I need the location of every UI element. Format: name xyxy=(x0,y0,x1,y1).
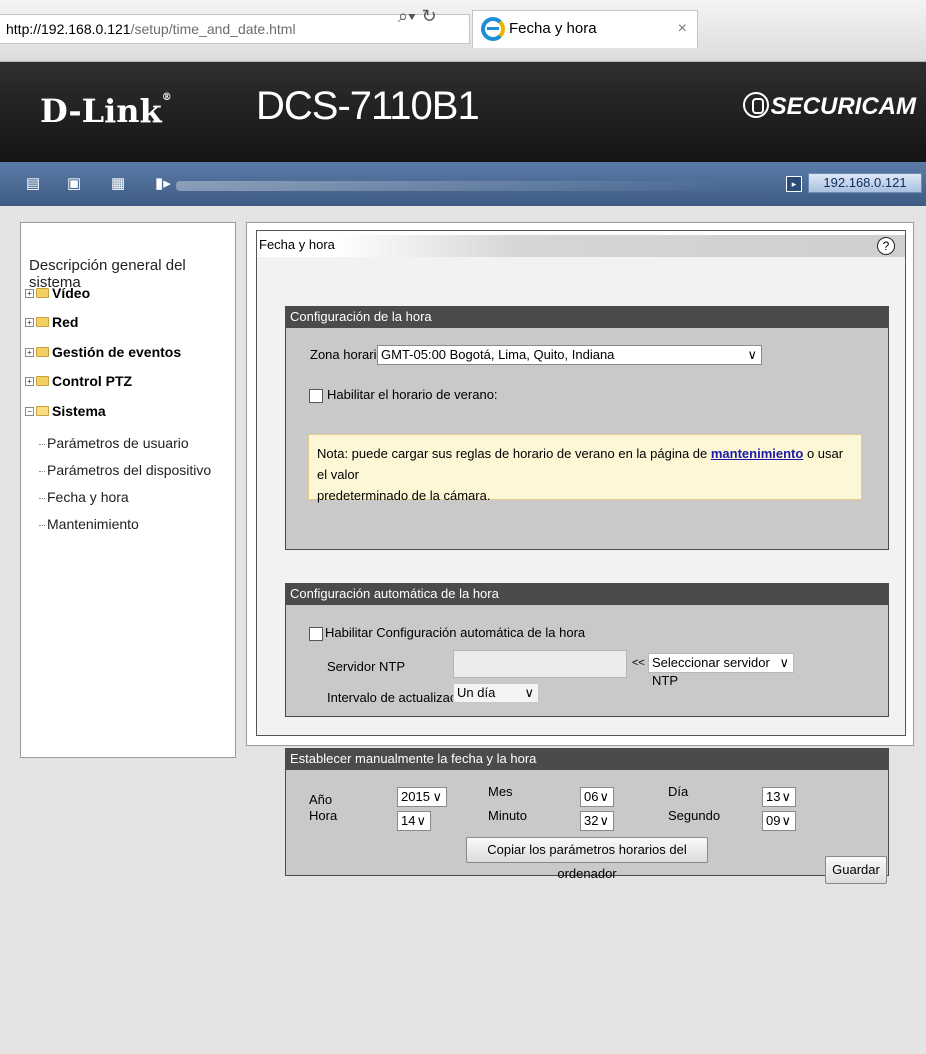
interval-label: Intervalo de actualización xyxy=(327,690,474,705)
open-folder-icon xyxy=(36,406,49,416)
minute-label: Minuto xyxy=(488,808,528,823)
day-select[interactable]: 13 ∨ xyxy=(762,787,796,807)
status-icon[interactable]: ▦ xyxy=(111,174,129,194)
timezone-label: Zona horaria: xyxy=(310,347,388,362)
tree-item-red[interactable]: + Red xyxy=(25,314,78,330)
section-heading: Configuración de la hora xyxy=(286,307,888,328)
hour-label: Hora xyxy=(309,808,338,823)
ntp-server-select[interactable]: Seleccionar servidor NTP ∨ xyxy=(648,653,794,688)
folder-icon xyxy=(36,347,49,357)
interval-value: Un día xyxy=(457,685,496,700)
interval-select[interactable]: Un día ∨ xyxy=(453,683,539,703)
logout-icon[interactable]: ▮▸ xyxy=(155,174,173,194)
tree-item-fecha-hora[interactable]: Fecha y hora xyxy=(39,489,129,505)
day-label: Día xyxy=(668,784,689,799)
chevron-down-icon: ∨ xyxy=(781,789,791,804)
timezone-value: GMT-05:00 Bogotá, Lima, Quito, Indiana xyxy=(381,347,615,362)
time-config-section: Configuración de la hora xyxy=(285,306,889,550)
expand-icon: + xyxy=(25,317,34,327)
tree-item-dispositivo[interactable]: Parámetros del dispositivo xyxy=(39,462,211,478)
chevron-down-icon: ∨ xyxy=(524,685,534,700)
save-button[interactable]: Guardar xyxy=(825,856,887,884)
tree-item-video[interactable]: + Vídeo xyxy=(25,285,90,301)
toolbar: ▤ ▣ ▦ ▮▸ ▸ 192.168.0.121 xyxy=(0,162,926,206)
chevron-down-icon: ∨ xyxy=(599,813,609,828)
url-controls: ⌕▾ ↻ xyxy=(398,6,443,27)
dlink-logo: D-Link® xyxy=(40,92,172,130)
ie-icon xyxy=(481,17,505,41)
section-heading: Establecer manualmente la fecha y la hor… xyxy=(286,749,888,770)
copy-pc-time-button[interactable]: Copiar los parámetros horarios del orden… xyxy=(466,837,708,881)
model-name: DCS-7110B1 xyxy=(256,84,480,128)
tree-item-eventos[interactable]: + Gestión de eventos xyxy=(25,344,181,360)
collapse-icon: − xyxy=(25,406,34,416)
browser-bar: http://192.168.0.121/setup/time_and_date… xyxy=(0,0,926,62)
browser-tab[interactable]: Fecha y hora × xyxy=(472,10,698,48)
tab-close-icon[interactable]: × xyxy=(678,11,687,47)
second-select[interactable]: 09 ∨ xyxy=(762,811,796,831)
section-heading: Configuración automática de la hora xyxy=(286,584,888,605)
auto-time-label: Habilitar Configuración automática de la… xyxy=(325,625,586,640)
page-title: Fecha y hora xyxy=(259,237,335,252)
tree-item-ptz[interactable]: + Control PTZ xyxy=(25,373,132,389)
url-path: /setup/time_and_date.html xyxy=(130,21,296,37)
terminal-icon: ▸ xyxy=(786,176,802,192)
sidebar: Descripción general del sistema + Vídeo +… xyxy=(20,222,236,758)
ntp-arrows: << xyxy=(632,657,645,669)
securicam-badge-icon xyxy=(742,92,769,118)
folder-icon xyxy=(36,288,49,298)
tab-title: Fecha y hora xyxy=(509,20,597,37)
ntp-server-input[interactable] xyxy=(453,650,627,678)
live-video-icon[interactable]: ▤ xyxy=(26,174,44,194)
month-select[interactable]: 06 ∨ xyxy=(580,787,614,807)
camera-header: D-Link® DCS-7110B1 SECURICAM xyxy=(0,62,926,162)
second-label: Segundo xyxy=(668,808,721,823)
search-icon[interactable]: ⌕▾ xyxy=(398,6,416,26)
expand-icon: + xyxy=(25,347,34,357)
dst-label: Habilitar el horario de verano: xyxy=(327,387,498,402)
securicam-logo: SECURICAM xyxy=(742,92,916,121)
tree-item-sistema[interactable]: − Sistema xyxy=(25,403,106,419)
folder-icon xyxy=(36,376,49,386)
chevron-down-icon: ∨ xyxy=(599,789,609,804)
url-host: http://192.168.0.121 xyxy=(6,21,131,37)
hour-select[interactable]: 14 ∨ xyxy=(397,811,431,831)
timezone-select[interactable]: GMT-05:00 Bogotá, Lima, Quito, Indiana ∨ xyxy=(377,345,762,365)
chevron-down-icon: ∨ xyxy=(416,813,426,828)
setup-icon[interactable]: ▣ xyxy=(67,174,85,194)
help-icon[interactable]: ? xyxy=(877,237,895,255)
title-bar: Fecha y hora ? xyxy=(257,235,905,257)
tree-item-usuario[interactable]: Parámetros de usuario xyxy=(39,435,189,451)
expand-icon: + xyxy=(25,288,34,298)
folder-icon xyxy=(36,317,49,327)
chevron-down-icon: ∨ xyxy=(747,347,757,362)
year-label: Año xyxy=(309,792,333,807)
chevron-down-icon: ∨ xyxy=(779,655,789,670)
year-select[interactable]: 2015 ∨ xyxy=(397,787,447,807)
ip-address: 192.168.0.121 xyxy=(808,173,922,193)
ntp-label: Servidor NTP xyxy=(327,659,406,674)
auto-time-checkbox[interactable] xyxy=(309,627,323,641)
maintenance-link[interactable]: mantenimiento xyxy=(711,446,803,461)
tree-item-mantenimiento[interactable]: Mantenimiento xyxy=(39,516,139,532)
month-label: Mes xyxy=(488,784,513,799)
chevron-down-icon: ∨ xyxy=(781,813,791,828)
minute-select[interactable]: 32 ∨ xyxy=(580,811,614,831)
dst-note: Nota: puede cargar sus reglas de horario… xyxy=(308,434,862,503)
toolbar-rail xyxy=(176,181,736,191)
chevron-down-icon: ∨ xyxy=(432,789,442,804)
dst-checkbox[interactable] xyxy=(309,389,323,403)
refresh-icon[interactable]: ↻ xyxy=(422,6,437,26)
expand-icon: + xyxy=(25,376,34,386)
